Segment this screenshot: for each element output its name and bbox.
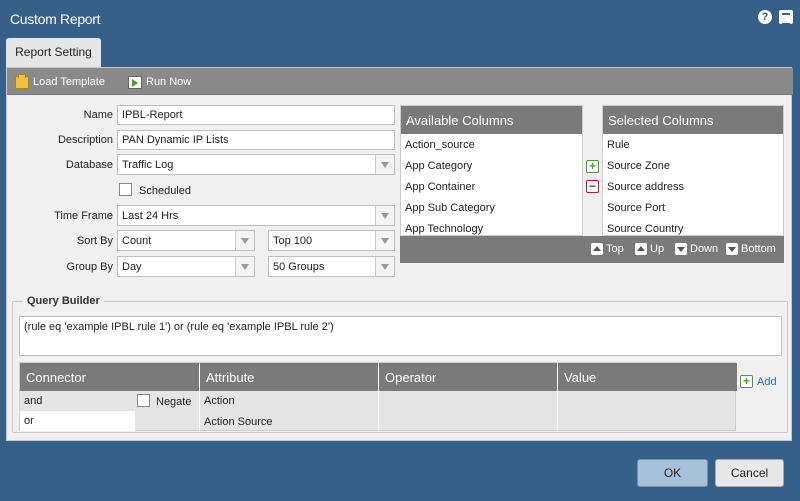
remove-column-icon[interactable]: −	[586, 180, 599, 193]
available-columns-list[interactable]: Available Columns Action_source App Cate…	[400, 105, 583, 236]
report-setting-panel: Load Template Run Now Name IPBL-Report D…	[6, 67, 793, 441]
available-columns-header: Available Columns	[401, 106, 582, 134]
list-item[interactable]: Rule	[607, 139, 630, 151]
title-bar: Custom Report ?	[0, 0, 800, 37]
operator-column: Operator	[379, 363, 558, 432]
move-bottom-icon	[726, 243, 738, 255]
add-label: Add	[757, 375, 777, 388]
chevron-down-icon	[235, 231, 254, 250]
ok-button[interactable]: OK	[637, 459, 708, 487]
load-template-button[interactable]: Load Template	[15, 73, 105, 90]
groupby-select[interactable]: Day	[117, 256, 255, 277]
value-header: Value	[558, 363, 737, 391]
window-title: Custom Report	[10, 11, 101, 27]
move-top-button[interactable]: Top	[591, 243, 624, 255]
add-column-icon[interactable]: +	[586, 160, 599, 173]
query-builder-legend: Query Builder	[23, 295, 104, 307]
scheduled-label: Scheduled	[139, 185, 191, 197]
chevron-down-icon	[375, 257, 394, 276]
groupby-value: Day	[122, 261, 142, 273]
list-item[interactable]: App Category	[405, 160, 472, 172]
selected-columns-list[interactable]: Selected Columns Rule Source Zone Source…	[602, 105, 784, 236]
load-template-label: Load Template	[33, 76, 105, 88]
list-item[interactable]: Source Country	[607, 223, 683, 235]
query-builder: Query Builder (rule eq 'example IPBL rul…	[12, 295, 788, 433]
timeframe-select[interactable]: Last 24 Hrs	[117, 205, 395, 226]
sortby-top-select[interactable]: Top 100	[268, 230, 395, 251]
sortby-label: Sort By	[76, 235, 113, 247]
query-textarea[interactable]: (rule eq 'example IPBL rule 1') or (rule…	[19, 316, 782, 356]
run-icon	[128, 75, 142, 89]
selected-columns-header: Selected Columns	[603, 106, 783, 134]
list-item[interactable]: Source Port	[607, 202, 665, 214]
list-item[interactable]: App Sub Category	[405, 202, 495, 214]
groupby-groups-value: 50 Groups	[273, 261, 325, 273]
timeframe-label: Time Frame	[54, 210, 113, 222]
attribute-option[interactable]: Action Source	[204, 416, 272, 428]
move-top-label: Top	[606, 243, 624, 255]
name-label: Name	[83, 109, 113, 121]
scheduled-checkbox[interactable]	[119, 183, 132, 196]
connector-option-and[interactable]: and	[20, 391, 135, 411]
column-move-bar: Top Up Down Bottom	[400, 236, 784, 263]
negate-label: Negate	[156, 396, 192, 408]
sortby-top-value: Top 100	[273, 235, 313, 247]
folder-icon	[15, 73, 29, 89]
attribute-column: Attribute Action Action Source	[200, 363, 379, 432]
chevron-down-icon	[235, 257, 254, 276]
move-bottom-button[interactable]: Bottom	[726, 243, 776, 255]
cancel-button[interactable]: Cancel	[715, 459, 784, 487]
query-grid: Connector and or Negate Attribute Action…	[19, 362, 737, 432]
operator-header: Operator	[379, 363, 557, 391]
connector-column: Connector and or Negate	[20, 363, 200, 432]
value-column: Value	[558, 363, 737, 432]
database-select[interactable]: Traffic Log	[117, 154, 395, 175]
chevron-down-icon	[375, 155, 394, 174]
tab-report-setting[interactable]: Report Setting	[6, 38, 101, 67]
move-bottom-label: Bottom	[741, 243, 776, 255]
move-top-icon	[591, 243, 603, 255]
timeframe-value: Last 24 Hrs	[122, 210, 179, 222]
description-field[interactable]: PAN Dynamic IP Lists	[117, 130, 395, 150]
connector-option-or[interactable]: or	[20, 411, 135, 431]
database-value: Traffic Log	[122, 159, 174, 171]
list-item[interactable]: App Technology	[405, 223, 483, 235]
connector-and-label: and	[24, 395, 43, 407]
database-label: Database	[65, 159, 113, 171]
name-field[interactable]: IPBL-Report	[117, 105, 395, 125]
attribute-option[interactable]: Action	[204, 395, 235, 407]
chevron-down-icon	[375, 206, 394, 225]
sortby-value: Count	[122, 235, 152, 247]
move-down-icon	[675, 243, 687, 255]
list-item[interactable]: App Container	[405, 181, 475, 193]
add-icon: +	[740, 375, 753, 388]
move-up-label: Up	[650, 243, 665, 255]
help-icon[interactable]: ?	[758, 10, 772, 24]
connector-header: Connector	[20, 363, 199, 391]
negate-checkbox[interactable]	[137, 394, 150, 407]
description-label: Description	[57, 134, 113, 146]
move-up-icon	[635, 243, 647, 255]
add-query-button[interactable]: + Add	[740, 375, 777, 388]
move-down-label: Down	[690, 243, 719, 255]
sortby-select[interactable]: Count	[117, 230, 255, 251]
move-up-button[interactable]: Up	[635, 243, 664, 255]
run-now-label: Run Now	[146, 76, 192, 88]
groupby-groups-select[interactable]: 50 Groups	[268, 256, 395, 277]
maximize-icon[interactable]	[779, 10, 793, 24]
run-now-button[interactable]: Run Now	[128, 74, 191, 90]
connector-or-label: or	[24, 415, 34, 427]
groupby-label: Group By	[66, 261, 113, 273]
list-item[interactable]: Action_source	[405, 139, 475, 151]
chevron-down-icon	[375, 231, 394, 250]
list-item[interactable]: Source Zone	[607, 160, 670, 172]
list-item[interactable]: Source address	[607, 181, 684, 193]
attribute-header: Attribute	[200, 363, 378, 391]
move-down-button[interactable]: Down	[675, 243, 718, 255]
toolbar: Load Template Run Now	[7, 68, 793, 95]
